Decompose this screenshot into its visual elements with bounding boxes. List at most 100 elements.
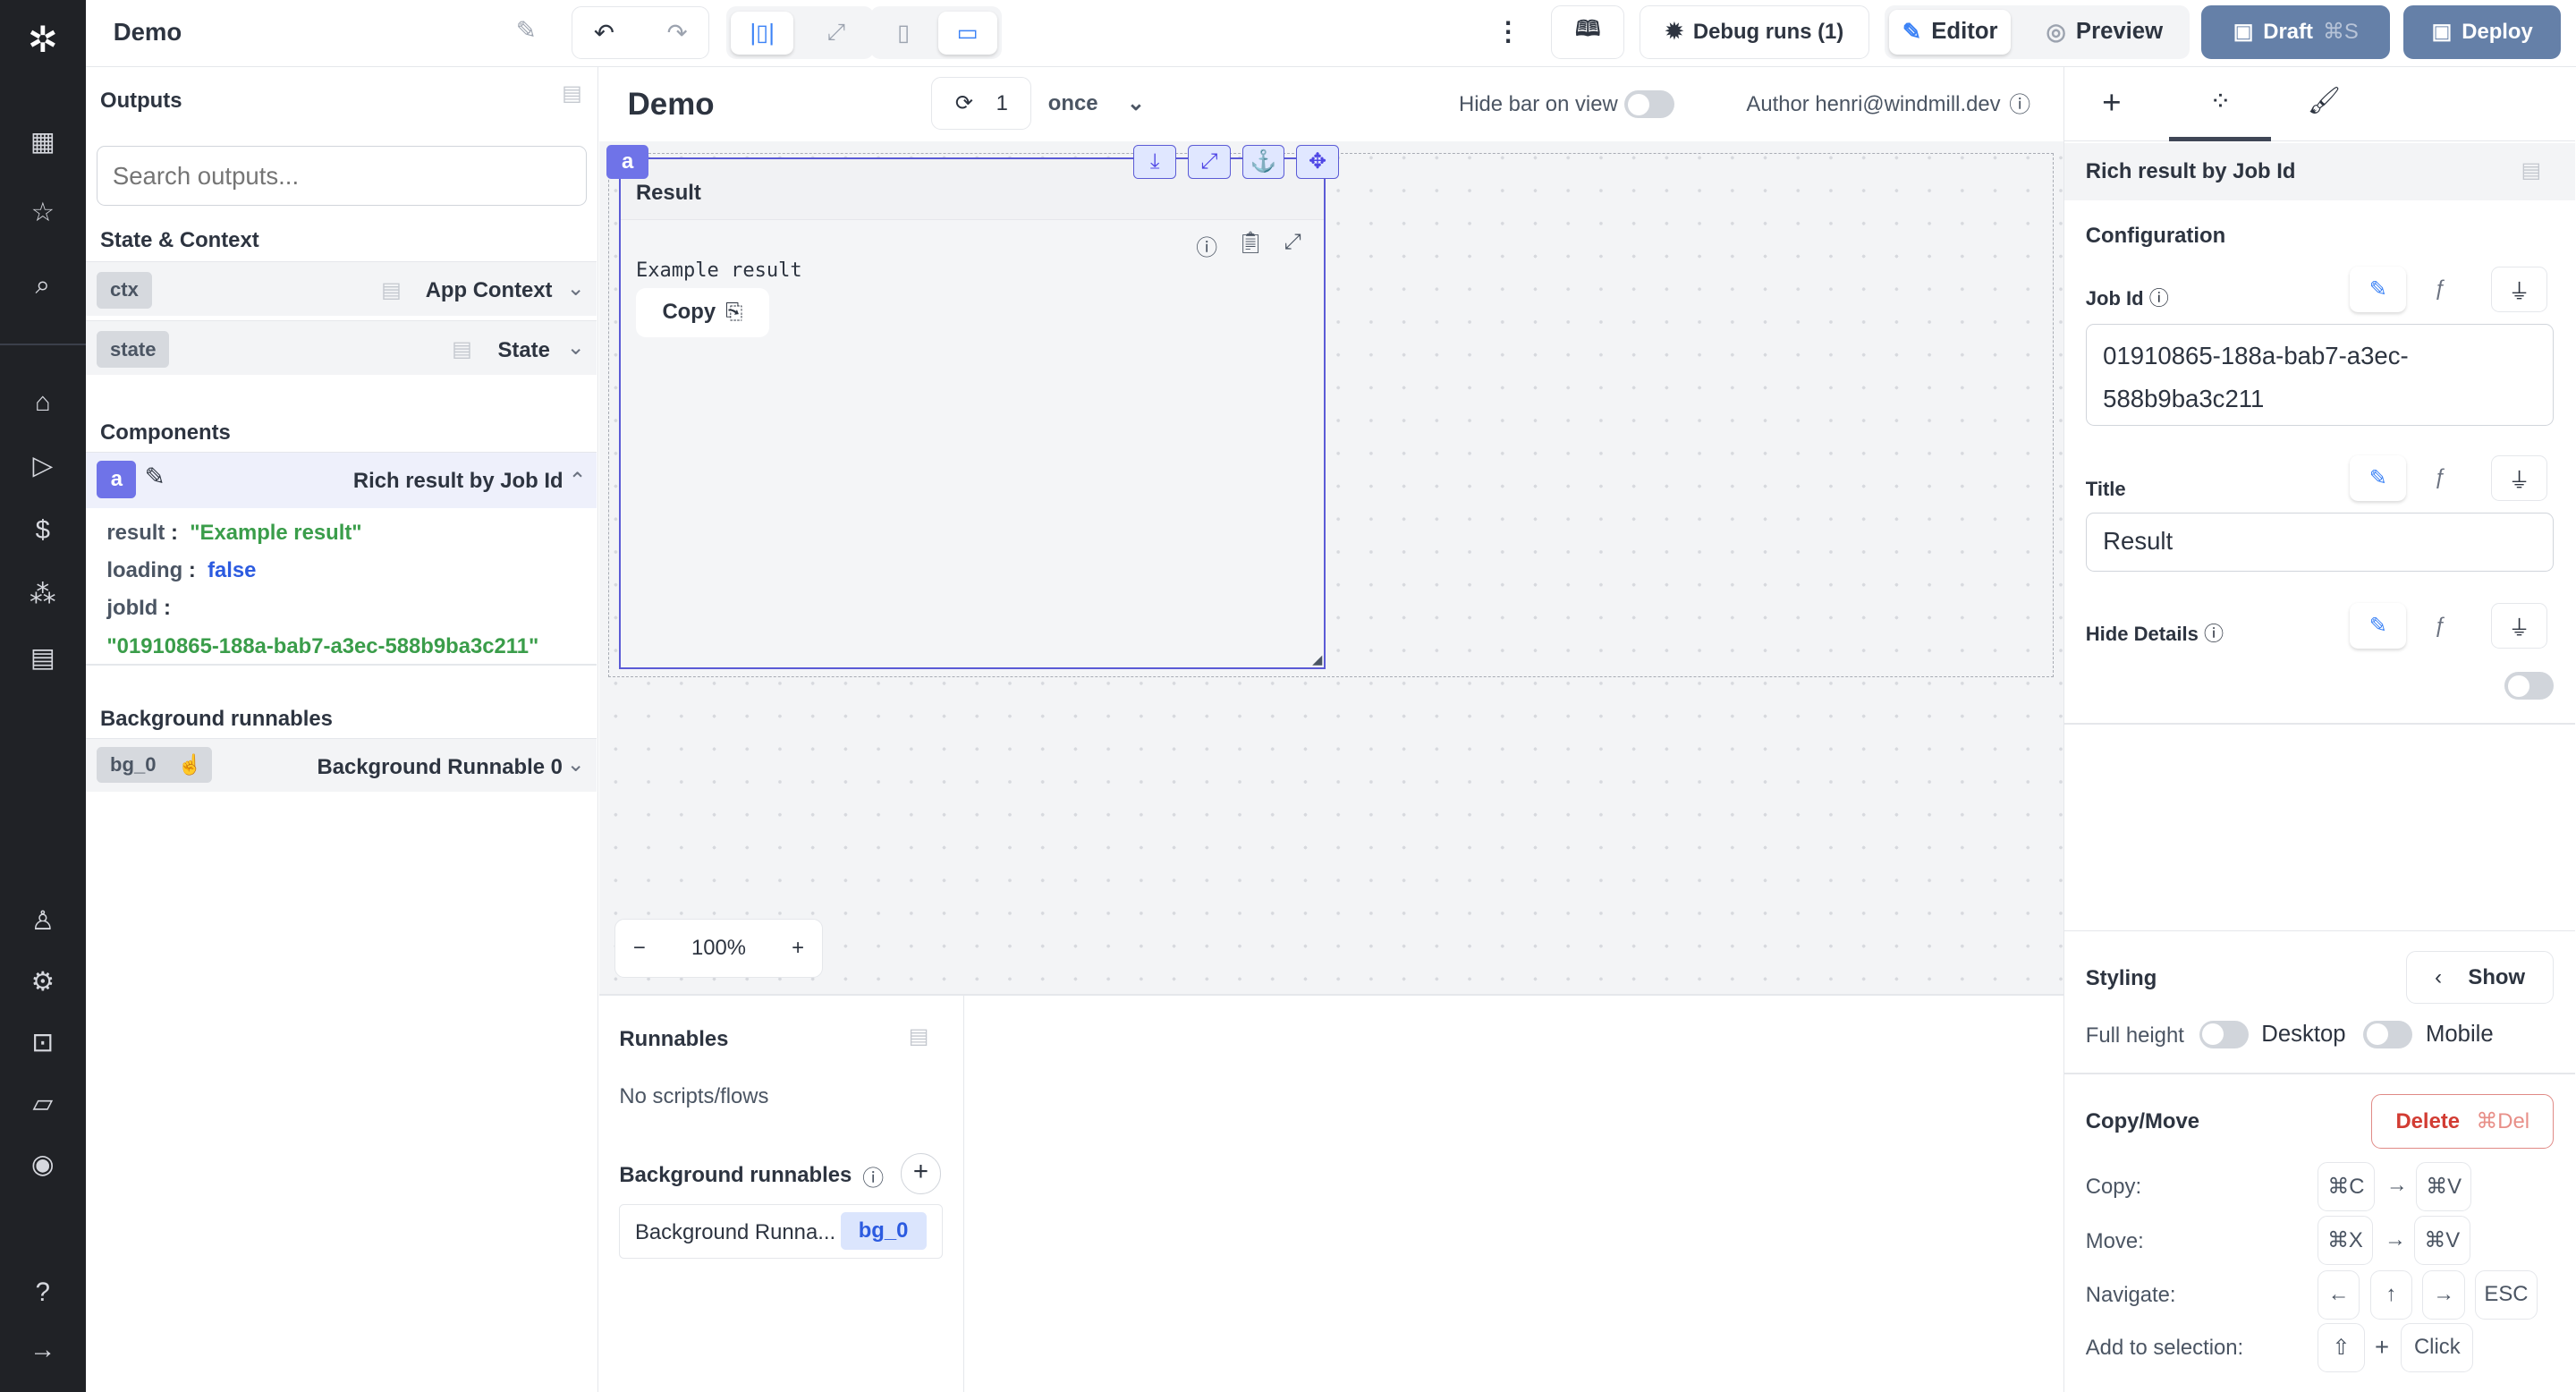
docs-icon[interactable]: ▤: [2521, 157, 2541, 183]
expand-icon[interactable]: ⤢: [1284, 230, 1301, 261]
info-icon[interactable]: ⓘ: [2204, 623, 2224, 645]
device-toggle: ▯ ▭: [870, 6, 1003, 60]
undo-icon[interactable]: ↶: [594, 19, 614, 47]
resize-handle[interactable]: ◢: [1312, 652, 1322, 667]
info-icon[interactable]: ⓘ: [2149, 287, 2169, 310]
more-menu-icon[interactable]: ⋮: [1495, 16, 1521, 47]
draft-button[interactable]: ▣ Draft ⌘S: [2201, 4, 2391, 60]
move-to-bottom-icon[interactable]: ⤓: [1133, 144, 1177, 180]
refresh-mode-label: once: [1047, 91, 1098, 115]
preview-tab[interactable]: ◎ Preview: [2026, 10, 2183, 55]
field-value: "01910865-188a-bab7-a3ec-588b9ba3c211": [106, 633, 539, 658]
shortcut-key: ⌘V: [2414, 1216, 2470, 1266]
home-grid-icon[interactable]: ▦: [26, 126, 59, 159]
mobile-icon[interactable]: ▯: [876, 12, 931, 55]
play-icon[interactable]: ▷: [26, 450, 59, 483]
ctx-row[interactable]: ctx ▤ App Context ⌄: [85, 261, 597, 316]
settings-components-tab-icon[interactable]: ⁘: [2169, 67, 2272, 141]
star-icon[interactable]: ☆: [26, 197, 59, 230]
eval-mode-fx-icon[interactable]: ƒ: [2412, 455, 2468, 501]
insert-plus-icon[interactable]: +: [2102, 84, 2121, 122]
calendar-icon[interactable]: ▤: [26, 642, 59, 675]
desktop-icon[interactable]: ▭: [937, 11, 997, 55]
save-icon: ▣: [2431, 20, 2453, 45]
info-icon[interactable]: ⓘ: [862, 1160, 884, 1192]
full-height-desktop-toggle[interactable]: [2199, 1020, 2249, 1048]
editor-tab[interactable]: ✎ Editor: [1889, 10, 2012, 55]
fit-width-icon[interactable]: |▯|: [731, 11, 794, 55]
anchor-icon[interactable]: ⚓: [1241, 144, 1285, 180]
bg-runnable-item[interactable]: Background Runna... bg_0: [619, 1204, 944, 1259]
plus-icon: +: [2375, 1332, 2390, 1361]
app-title[interactable]: Demo: [114, 18, 182, 47]
app-canvas[interactable]: Result ⓘ 📋︎ ⤢ Example result Copy ⎘ ◢ a ⤓ ⤢…: [599, 140, 2063, 995]
component-row[interactable]: a ✎ Rich result by Job Id ⌃: [85, 452, 597, 508]
refresh-mode-select[interactable]: once ⌄: [1048, 90, 1145, 116]
debug-runs-button[interactable]: ✹ Debug runs (1): [1640, 4, 1870, 60]
clipboard-icon: ⎘: [725, 300, 743, 325]
delete-button[interactable]: Delete ⌘Del: [2371, 1094, 2555, 1149]
search-outputs-input[interactable]: [97, 146, 587, 206]
runnables-empty: No scripts/flows: [619, 1084, 769, 1109]
dollar-icon[interactable]: $: [26, 514, 59, 547]
bg-runnable-row[interactable]: bg_0 ☝ Background Runnable 0 ⌄: [85, 737, 597, 793]
job-id-field[interactable]: 01910865-188a-bab7-a3ec-588b9ba3c211: [2085, 323, 2555, 426]
chevron-down-icon: ⌄: [1126, 91, 1145, 115]
clipboard-icon[interactable]: 📋︎: [1237, 230, 1264, 261]
folder-icon[interactable]: ▱: [26, 1088, 59, 1121]
eval-mode-fx-icon[interactable]: ƒ: [2412, 267, 2468, 312]
static-mode-pencil-icon[interactable]: ✎: [2350, 603, 2406, 649]
docs-icon[interactable]: ▤: [562, 81, 582, 106]
add-bg-runnable-button[interactable]: +: [900, 1153, 942, 1195]
static-mode-pencil-icon[interactable]: ✎: [2350, 454, 2406, 502]
component-id-badge[interactable]: a: [606, 144, 649, 180]
shortcut-label: Add to selection:: [2085, 1336, 2244, 1361]
search-icon[interactable]: ⌕: [26, 269, 59, 302]
shortcut-label: Move:: [2085, 1228, 2144, 1253]
hide-details-toggle[interactable]: [2504, 672, 2555, 700]
copy-button[interactable]: Copy ⎘: [635, 287, 769, 337]
move-icon[interactable]: ✥: [1296, 144, 1339, 180]
connect-plug-icon[interactable]: ⏚: [2491, 266, 2547, 312]
result-component[interactable]: Result ⓘ 📋︎ ⤢ Example result Copy ⎘ ◢: [619, 157, 1326, 669]
refresh-button[interactable]: ⟳ 1: [931, 77, 1032, 131]
field-key: loading: [106, 558, 183, 583]
chevron-up-icon[interactable]: ⌃: [568, 468, 586, 494]
redo-icon[interactable]: ↷: [667, 19, 688, 47]
title-field[interactable]: Result: [2085, 513, 2555, 573]
fullscreen-icon[interactable]: ⤢: [805, 12, 868, 55]
edit-title-pencil-icon[interactable]: ✎: [516, 16, 537, 45]
undo-redo-group: ↶ ↷: [572, 6, 710, 60]
boxes-icon[interactable]: ⁂: [26, 579, 59, 612]
hide-details-label-text: Hide Details: [2085, 622, 2199, 645]
show-styling-button[interactable]: ‹ Show: [2405, 951, 2555, 1005]
eval-mode-fx-icon[interactable]: ƒ: [2412, 603, 2468, 649]
state-row[interactable]: state ▤ State ⌄: [85, 320, 597, 375]
docs-book-button[interactable]: 🕮: [1550, 4, 1625, 60]
zoom-out-icon[interactable]: −: [633, 936, 646, 961]
result-actions: ⓘ 📋︎ ⤢: [1196, 230, 1301, 261]
help-icon[interactable]: ?: [26, 1277, 59, 1310]
expand-icon[interactable]: ⤢: [1187, 144, 1231, 180]
expand-arrow-icon[interactable]: →: [26, 1334, 59, 1367]
bot-icon[interactable]: ⊡: [26, 1027, 59, 1060]
info-icon[interactable]: ⓘ: [2009, 87, 2030, 118]
settings-icon[interactable]: ⚙: [26, 966, 59, 999]
eye-icon[interactable]: ◉: [26, 1149, 59, 1182]
docs-icon[interactable]: ▤: [909, 1023, 929, 1049]
outputs-title: Outputs: [100, 89, 182, 114]
user-icon[interactable]: ♙: [26, 905, 59, 938]
connect-plug-icon[interactable]: ⏚: [2491, 603, 2547, 649]
static-mode-pencil-icon[interactable]: ✎: [2350, 266, 2406, 312]
rename-pencil-icon[interactable]: ✎: [145, 463, 165, 491]
deploy-button[interactable]: ▣ Deploy: [2403, 4, 2562, 60]
full-height-mobile-toggle[interactable]: [2363, 1020, 2413, 1048]
windmill-logo-icon[interactable]: ✲: [26, 21, 59, 57]
zoom-in-icon[interactable]: +: [792, 936, 804, 961]
connect-plug-icon[interactable]: ⏚: [2491, 454, 2547, 502]
home-icon[interactable]: ⌂: [26, 386, 59, 420]
brush-icon[interactable]: 🖌︎: [2308, 86, 2341, 116]
info-icon[interactable]: ⓘ: [1196, 230, 1217, 261]
field-key: jobId: [106, 596, 158, 621]
hide-bar-toggle[interactable]: [1624, 90, 1674, 119]
